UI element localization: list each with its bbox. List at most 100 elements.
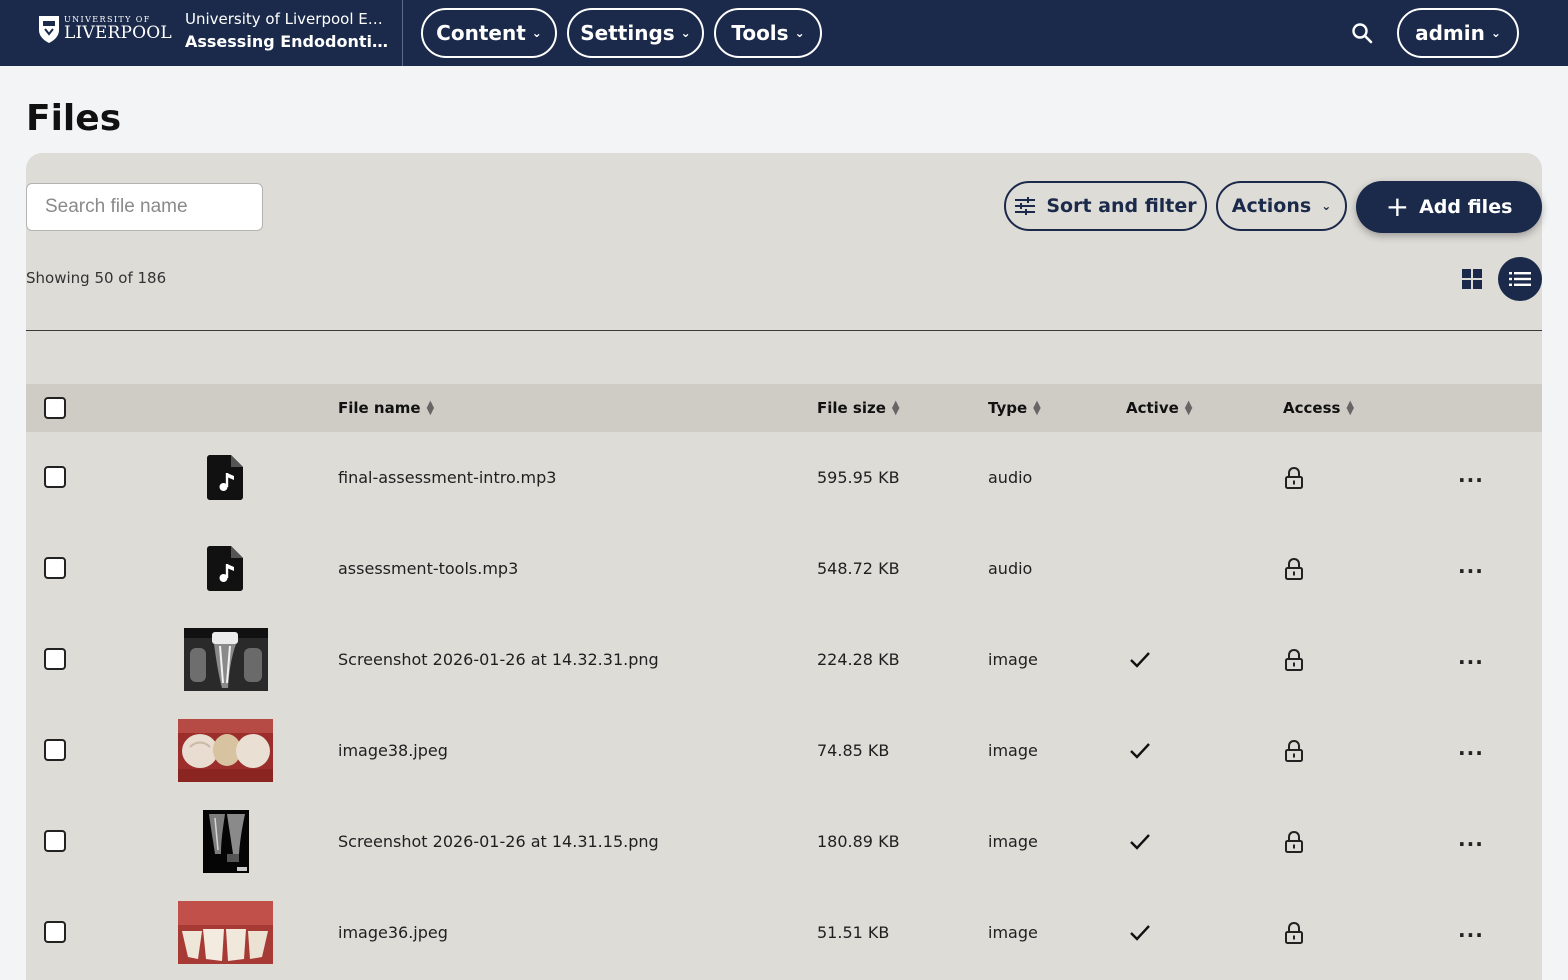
file-type: audio: [988, 468, 1033, 487]
lock-icon: [1285, 740, 1303, 762]
sort-icon: ▲ ▼: [891, 398, 900, 417]
chevron-down-icon: ⌄: [680, 26, 691, 40]
chevron-down-icon: ⌄: [531, 26, 542, 40]
nav-settings-label: Settings: [580, 21, 675, 45]
row-more-options[interactable]: ···: [1458, 832, 1484, 856]
list-view-button[interactable]: [1498, 257, 1542, 301]
file-name[interactable]: Screenshot 2026-01-26 at 14.31.15.png: [338, 796, 659, 887]
search-icon[interactable]: [1350, 21, 1374, 45]
row-more-options[interactable]: ···: [1458, 650, 1484, 674]
grid-view-icon[interactable]: [1461, 268, 1483, 290]
active-check-icon: [1130, 743, 1150, 759]
active-check-icon: [1130, 834, 1150, 850]
column-file-name-label: File name: [338, 399, 421, 417]
column-file-size[interactable]: File size ▲ ▼: [817, 399, 900, 417]
select-all-checkbox[interactable]: [44, 397, 66, 419]
row-checkbox[interactable]: [44, 830, 66, 852]
user-menu-button[interactable]: admin ⌄: [1397, 8, 1519, 58]
sliders-icon: [1015, 197, 1036, 215]
teeth-photo-thumbnail: [178, 719, 273, 782]
file-size: 51.51 KB: [817, 923, 890, 942]
toolbar-divider: [26, 330, 1542, 331]
page-title: Files: [26, 98, 122, 139]
audio-file-icon: [207, 546, 243, 591]
file-size: 180.89 KB: [817, 832, 900, 851]
table-row[interactable]: Screenshot 2026-01-26 at 14.31.15.png 18…: [26, 796, 1542, 887]
table-row[interactable]: image38.jpeg 74.85 KB image ···: [26, 705, 1542, 796]
row-more-options[interactable]: ···: [1458, 741, 1484, 765]
file-type: image: [988, 741, 1038, 760]
row-checkbox[interactable]: [44, 557, 66, 579]
sort-filter-button[interactable]: Sort and filter: [1004, 181, 1207, 231]
list-view-icon: [1509, 272, 1531, 286]
row-more-options[interactable]: ···: [1458, 559, 1484, 583]
column-access[interactable]: Access ▲ ▼: [1283, 399, 1354, 417]
column-file-name[interactable]: File name ▲ ▼: [338, 399, 434, 417]
site-title-line1: University of Liverpool EN...: [185, 10, 390, 28]
column-type[interactable]: Type ▲ ▼: [988, 399, 1041, 417]
row-more-options[interactable]: ···: [1458, 468, 1484, 492]
lock-icon: [1285, 467, 1303, 489]
sort-icon: ▲ ▼: [1033, 398, 1041, 417]
row-more-options[interactable]: ···: [1458, 923, 1484, 947]
active-check-icon: [1130, 925, 1150, 941]
logo-line2: LIVERPOOL: [64, 23, 172, 43]
header-divider: [402, 0, 403, 66]
xray-thumbnail: [203, 810, 249, 873]
lock-icon: [1285, 558, 1303, 580]
file-type: image: [988, 832, 1038, 851]
column-access-label: Access: [1283, 399, 1341, 417]
file-name[interactable]: image38.jpeg: [338, 705, 448, 796]
table-header: File name ▲ ▼ File size ▲ ▼ Type ▲ ▼ Active…: [26, 384, 1542, 432]
file-name[interactable]: assessment-tools.mp3: [338, 523, 518, 614]
file-type: image: [988, 650, 1038, 669]
crest-icon: [39, 16, 59, 43]
file-size: 548.72 KB: [817, 559, 900, 578]
nav-content-button[interactable]: Content ⌄: [421, 8, 557, 58]
add-files-button[interactable]: + Add files: [1356, 181, 1542, 233]
file-size: 595.95 KB: [817, 468, 900, 487]
chevron-down-icon: ⌄: [1490, 26, 1501, 40]
user-menu-label: admin: [1415, 21, 1485, 45]
active-check-icon: [1130, 652, 1150, 668]
file-size: 74.85 KB: [817, 741, 890, 760]
lock-icon: [1285, 922, 1303, 944]
chevron-down-icon: ⌄: [1321, 199, 1332, 213]
row-checkbox[interactable]: [44, 648, 66, 670]
site-title[interactable]: University of Liverpool EN... Assessing …: [185, 10, 390, 51]
file-name[interactable]: Screenshot 2026-01-26 at 14.32.31.png: [338, 614, 659, 705]
lock-icon: [1285, 831, 1303, 853]
actions-button[interactable]: Actions ⌄: [1216, 181, 1347, 231]
plus-icon: +: [1385, 190, 1410, 223]
sort-icon: ▲ ▼: [426, 398, 435, 417]
table-row[interactable]: assessment-tools.mp3 548.72 KB audio ···: [26, 523, 1542, 614]
row-checkbox[interactable]: [44, 739, 66, 761]
table-row[interactable]: Screenshot 2026-01-26 at 14.32.31.png 22…: [26, 614, 1542, 705]
nav-settings-button[interactable]: Settings ⌄: [567, 8, 704, 58]
search-input[interactable]: [26, 183, 263, 231]
results-count: Showing 50 of 186: [26, 269, 167, 287]
chevron-down-icon: ⌄: [794, 26, 805, 40]
file-name[interactable]: image36.jpeg: [338, 887, 448, 978]
sort-filter-label: Sort and filter: [1046, 195, 1197, 217]
table-row[interactable]: image36.jpeg 51.51 KB image ···: [26, 887, 1542, 978]
row-checkbox[interactable]: [44, 921, 66, 943]
nav-content-label: Content: [436, 21, 526, 45]
nav-tools-button[interactable]: Tools ⌄: [714, 8, 822, 58]
table-row[interactable]: final-assessment-intro.mp3 595.95 KB aud…: [26, 432, 1542, 523]
audio-file-icon: [207, 455, 243, 500]
sort-icon: ▲ ▼: [1184, 398, 1193, 417]
column-type-label: Type: [988, 399, 1028, 417]
gums-photo-thumbnail: [178, 901, 273, 964]
column-file-size-label: File size: [817, 399, 886, 417]
row-checkbox[interactable]: [44, 466, 66, 488]
add-files-label: Add files: [1419, 196, 1513, 218]
file-name[interactable]: final-assessment-intro.mp3: [338, 432, 556, 523]
xray-thumbnail: [184, 628, 268, 691]
column-active[interactable]: Active ▲ ▼: [1126, 399, 1192, 417]
actions-label: Actions: [1231, 195, 1312, 217]
nav-tools-label: Tools: [731, 21, 789, 45]
lock-icon: [1285, 649, 1303, 671]
file-size: 224.28 KB: [817, 650, 900, 669]
university-logo[interactable]: UNIVERSITY OF LIVERPOOL: [38, 12, 172, 46]
